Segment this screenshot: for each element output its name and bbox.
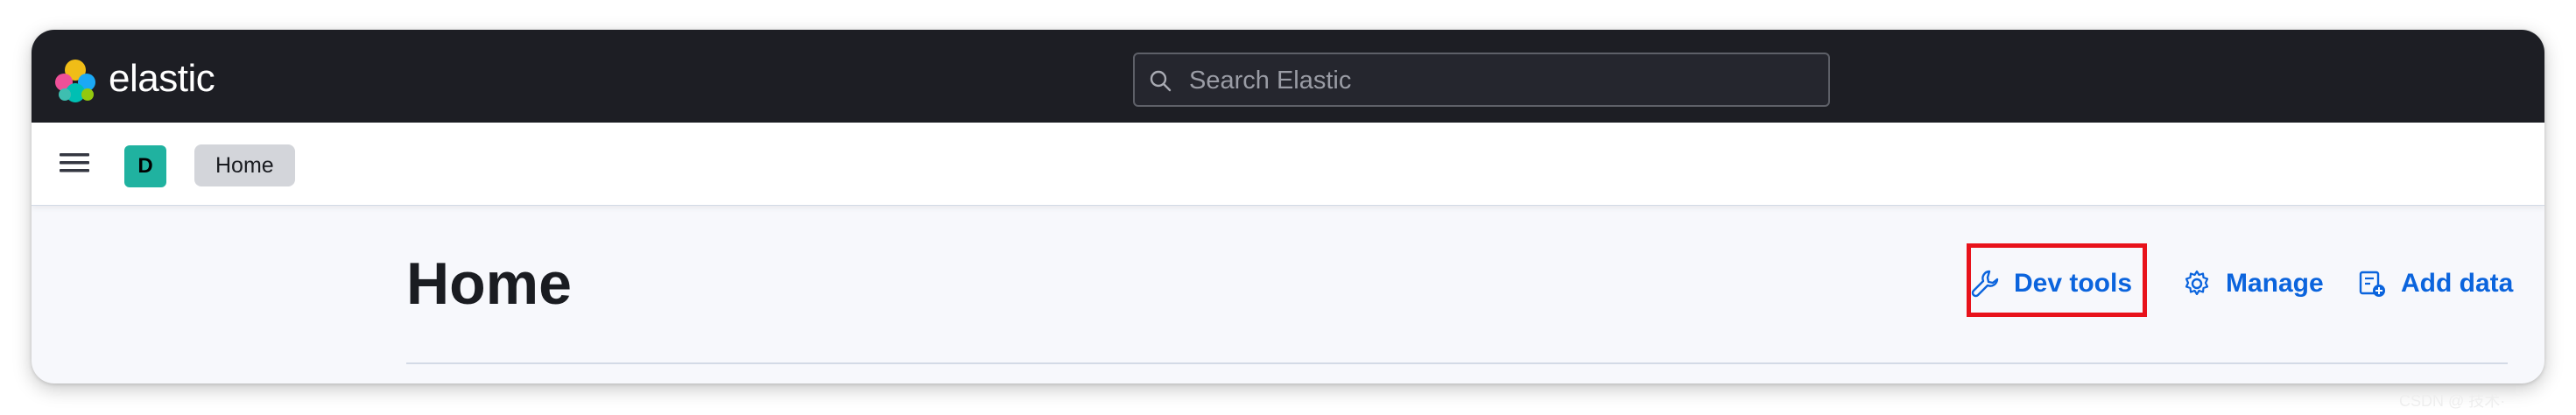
breadcrumb-home[interactable]: Home (194, 144, 295, 186)
gear-icon (2185, 270, 2209, 296)
brand-name[interactable]: elastic (109, 53, 215, 105)
nav-bar: D Home (32, 123, 2544, 206)
manage-button[interactable]: Manage (2182, 259, 2324, 308)
header-bar: elastic (32, 30, 2544, 123)
add-data-icon (2359, 271, 2385, 297)
watermark: CSDN @ 技术· (2399, 392, 2506, 410)
wrench-icon (1971, 270, 1999, 298)
add-data-label: Add data (2401, 269, 2514, 298)
app-window: elastic D Home Home Dev tools Mana (32, 30, 2544, 383)
space-avatar[interactable]: D (124, 145, 166, 187)
header-divider (406, 362, 2508, 364)
manage-label: Manage (2226, 269, 2324, 298)
elastic-logo-icon[interactable] (53, 58, 98, 103)
page-title: Home (406, 250, 572, 317)
search-input[interactable] (1187, 54, 1804, 107)
dev-tools-label: Dev tools (2014, 269, 2133, 298)
search-icon (1150, 70, 1172, 92)
search-box[interactable] (1133, 53, 1830, 107)
add-data-button[interactable]: Add data (2357, 259, 2513, 308)
menu-icon[interactable] (60, 149, 89, 177)
dev-tools-button[interactable]: Dev tools (1970, 259, 2132, 308)
